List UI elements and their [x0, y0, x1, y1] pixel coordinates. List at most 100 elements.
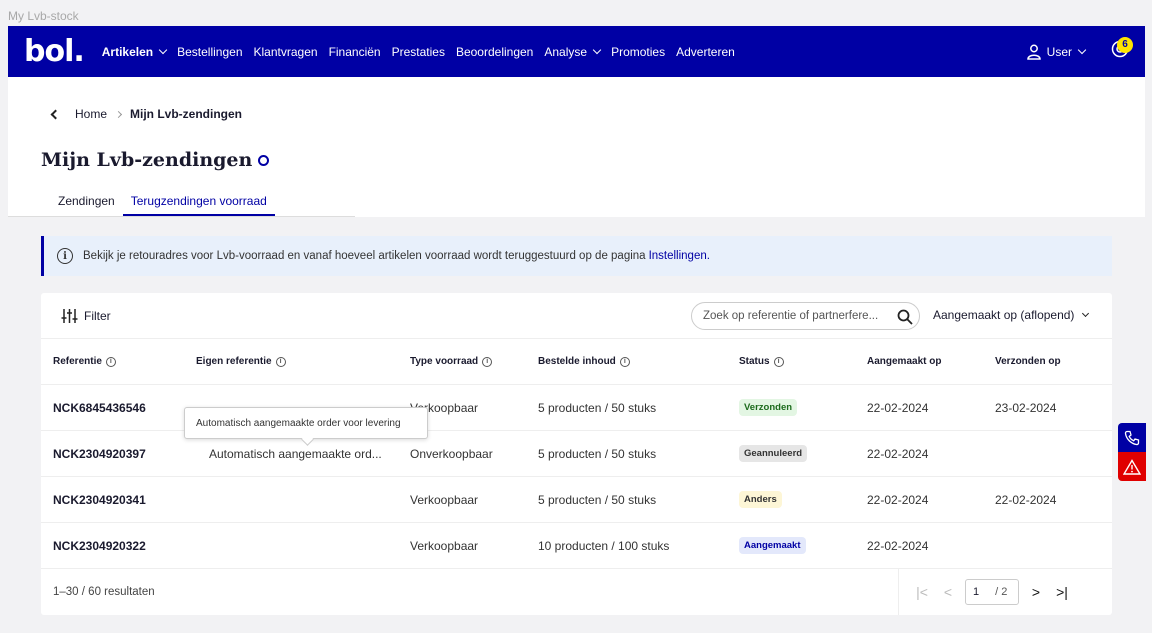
- nav-item-financien[interactable]: Financiën: [329, 45, 381, 59]
- status-dot-icon: [258, 154, 270, 166]
- first-page-icon[interactable]: |<: [909, 579, 935, 605]
- breadcrumb-home[interactable]: Home: [75, 107, 107, 121]
- tabs: Zendingen Terugzendingen voorraad: [50, 194, 275, 216]
- column-header-type-voorraad[interactable]: Type voorraad i: [410, 356, 493, 367]
- previous-page-icon[interactable]: <: [935, 579, 961, 605]
- breadcrumb-current: Mijn Lvb-zendingen: [130, 107, 243, 121]
- table-footer: 1–30 / 60 resultaten |< < 1 / 2 > >|: [41, 569, 1112, 615]
- column-header-referentie[interactable]: Referentie i: [53, 356, 116, 367]
- last-page-icon[interactable]: >|: [1049, 579, 1075, 605]
- info-icon[interactable]: i: [275, 356, 286, 367]
- user-label: User: [1046, 44, 1072, 59]
- info-icon[interactable]: i: [482, 356, 493, 367]
- header-label: Referentie: [53, 356, 102, 367]
- header-label: Type voorraad: [410, 356, 479, 367]
- info-text: Bekijk je retouradres voor Lvb-voorraad …: [83, 250, 646, 262]
- cell-type-voorraad: Verkoopbaar: [410, 493, 479, 507]
- page-header: Home Mijn Lvb-zendingen Mijn Lvb-zending…: [8, 77, 1145, 217]
- cell-aangemaakt-op: 22-02-2024: [867, 447, 929, 461]
- bol-logo[interactable]: bol.: [24, 34, 85, 69]
- breadcrumb: Home Mijn Lvb-zendingen: [50, 107, 243, 121]
- page-title-text: Mijn Lvb-zendingen: [41, 149, 253, 171]
- nav-item-analyse[interactable]: Analyse: [544, 44, 602, 59]
- chevron-down-icon: [1082, 309, 1090, 318]
- nav-item-prestaties[interactable]: Prestaties: [392, 45, 445, 59]
- user-icon: [1026, 44, 1041, 60]
- warning-icon: [1123, 458, 1141, 475]
- notification-badge: 6: [1117, 37, 1133, 53]
- current-page: 1: [973, 586, 980, 598]
- cell-bestelde-inhoud: 5 producten / 50 stuks: [538, 401, 657, 415]
- search-icon[interactable]: [897, 309, 913, 325]
- column-header-aangemaakt-op[interactable]: Aangemaakt op: [867, 356, 941, 367]
- nav-label: Analyse: [544, 44, 588, 59]
- cell-verzonden-op: 22-02-2024: [995, 493, 1057, 507]
- nav-item-promoties[interactable]: Promoties: [611, 45, 665, 59]
- status-badge: Geannuleerd: [739, 445, 808, 462]
- nav-item-adverteren[interactable]: Adverteren: [676, 45, 735, 59]
- column-header-status[interactable]: Status i: [739, 356, 784, 367]
- tab-zendingen[interactable]: Zendingen: [50, 194, 123, 216]
- cell-type-voorraad: Onverkoopbaar: [410, 447, 493, 461]
- shipments-table-panel: Filter Aangemaakt op (aflopend) Referent…: [41, 293, 1112, 615]
- chevron-down-icon: [1077, 45, 1087, 55]
- cell-verzonden-op: 23-02-2024: [995, 401, 1057, 415]
- cell-aangemaakt-op: 22-02-2024: [867, 539, 929, 553]
- cell-bestelde-inhoud: 5 producten / 50 stuks: [538, 493, 657, 507]
- table-header: Referentie i Eigen referentie i Type voorr…: [41, 339, 1112, 385]
- tab-terugzendingen-voorraad[interactable]: Terugzendingen voorraad: [122, 194, 275, 216]
- results-count: 1–30 / 60 resultaten: [53, 586, 155, 598]
- page-title: Mijn Lvb-zendingen: [41, 149, 270, 171]
- cell-aangemaakt-op: 22-02-2024: [867, 401, 929, 415]
- settings-link[interactable]: Instellingen.: [649, 250, 710, 262]
- nav-item-beoordelingen[interactable]: Beoordelingen: [456, 45, 533, 59]
- cell-referentie: NCK2304920341: [53, 493, 146, 507]
- nav-item-klantvragen[interactable]: Klantvragen: [254, 45, 318, 59]
- cell-eigen-referentie[interactable]: Automatisch aangemaakte ord...: [209, 447, 382, 461]
- search-input[interactable]: [703, 310, 889, 322]
- table-row[interactable]: NCK2304920341 Verkoopbaar 5 producten / …: [41, 477, 1112, 523]
- column-header-verzonden-op[interactable]: Verzonden op: [995, 356, 1061, 367]
- column-header-bestelde-inhoud[interactable]: Bestelde inhoud i: [538, 356, 630, 367]
- status-badge: Aangemaakt: [739, 537, 806, 554]
- user-menu[interactable]: User: [1026, 26, 1087, 77]
- column-header-eigen-referentie[interactable]: Eigen referentie i: [196, 356, 286, 367]
- sort-label: Aangemaakt op (aflopend): [933, 308, 1075, 322]
- nav-item-bestellingen[interactable]: Bestellingen: [177, 45, 242, 59]
- header-label: Status: [739, 356, 770, 367]
- cell-bestelde-inhoud: 10 producten / 100 stuks: [538, 539, 670, 553]
- window-title: My Lvb-stock: [8, 9, 79, 23]
- chevron-down-icon: [592, 45, 602, 55]
- main-nav: Artikelen Bestellingen Klantvragen Finan…: [102, 45, 746, 59]
- total-pages: / 2: [995, 586, 1008, 598]
- cell-referentie: NCK2304920397: [53, 447, 146, 461]
- table-toolbar: Filter Aangemaakt op (aflopend): [41, 293, 1112, 339]
- contact-phone-button[interactable]: [1118, 423, 1146, 452]
- filter-button[interactable]: Filter: [61, 308, 111, 324]
- header-label: Eigen referentie: [196, 356, 272, 367]
- chevron-right-icon: [114, 110, 123, 118]
- filter-sliders-icon: [61, 309, 78, 323]
- status-badge: Anders: [739, 491, 782, 508]
- info-banner: i Bekijk je retouradres voor Lvb-voorraa…: [41, 236, 1112, 276]
- report-issue-button[interactable]: [1118, 452, 1146, 481]
- search-box: [691, 302, 920, 330]
- nav-label: Artikelen: [101, 44, 154, 59]
- nav-item-artikelen[interactable]: Artikelen: [101, 44, 168, 59]
- phone-icon: [1124, 430, 1140, 445]
- cell-bestelde-inhoud: 5 producten / 50 stuks: [538, 447, 657, 461]
- cell-aangemaakt-op: 22-02-2024: [867, 493, 929, 507]
- cell-referentie: NCK6845436546: [53, 401, 146, 415]
- table-row[interactable]: NCK2304920322 Verkoopbaar 10 producten /…: [41, 523, 1112, 569]
- info-icon[interactable]: i: [619, 356, 630, 367]
- tooltip: Automatisch aangemaakte order voor lever…: [184, 407, 428, 439]
- top-navigation-bar: bol. Artikelen Bestellingen Klantvragen …: [8, 26, 1145, 77]
- info-icon[interactable]: i: [105, 356, 116, 367]
- filter-label: Filter: [84, 309, 111, 323]
- next-page-icon[interactable]: >: [1023, 579, 1049, 605]
- back-arrow-icon[interactable]: [50, 109, 61, 119]
- cell-referentie: NCK2304920322: [53, 539, 146, 553]
- info-icon[interactable]: i: [773, 356, 784, 367]
- sort-dropdown[interactable]: Aangemaakt op (aflopend): [933, 308, 1090, 322]
- page-number-input[interactable]: 1 / 2: [965, 579, 1019, 605]
